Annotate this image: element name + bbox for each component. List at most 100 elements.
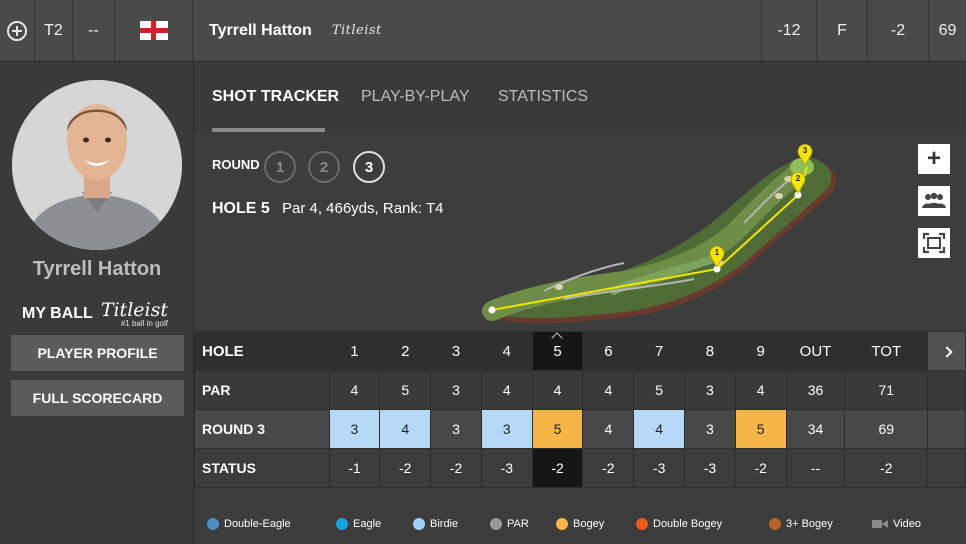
- hole-details: Par 4, 466yds, Rank: T4: [281, 200, 444, 217]
- score-cell: 5: [734, 409, 787, 449]
- par-cell: 3: [684, 370, 736, 410]
- par-row: PAR 4 5 3 4 4 4 5 3 4 36 71: [194, 370, 966, 410]
- row-label-status: STATUS: [194, 448, 330, 488]
- legend-label: Video: [893, 518, 921, 530]
- par-cell: 4: [734, 370, 787, 410]
- hole-9[interactable]: 9: [734, 331, 787, 371]
- status-cell: -2: [844, 448, 929, 488]
- hole-5[interactable]: 5: [531, 331, 584, 371]
- round-2-button[interactable]: 2: [308, 151, 340, 183]
- tab-shot-tracker[interactable]: SHOT TRACKER: [212, 88, 339, 106]
- row-label-hole: HOLE: [194, 331, 330, 371]
- legend-label: Bogey: [573, 518, 605, 530]
- legend-label: Double-Eagle: [224, 518, 291, 530]
- player-profile-button[interactable]: PLAYER PROFILE: [11, 335, 184, 371]
- tab-play-by-play[interactable]: PLAY-BY-PLAY: [361, 88, 470, 106]
- player-name[interactable]: Tyrrell Hatton: [209, 22, 312, 40]
- zoom-in-button[interactable]: +: [918, 144, 950, 174]
- hole-6[interactable]: 6: [582, 331, 635, 371]
- bogey-dot-icon: [556, 518, 568, 530]
- row-label-par: PAR: [194, 370, 330, 410]
- hole-8[interactable]: 8: [684, 331, 736, 371]
- my-ball-label: MY BALL: [22, 304, 93, 322]
- legend-eagle: Eagle: [336, 518, 381, 530]
- full-scorecard-button[interactable]: FULL SCORECARD: [11, 380, 184, 416]
- legend-label: Eagle: [353, 518, 382, 530]
- row-label-round: ROUND 3: [194, 409, 330, 449]
- movement: --: [73, 0, 115, 62]
- next-holes-button[interactable]: [927, 331, 966, 371]
- legend-video: Video: [872, 518, 921, 530]
- status-cell: -2: [379, 448, 432, 488]
- legend-double-bogey: Double Bogey: [636, 518, 722, 530]
- blank-cell: [927, 370, 966, 410]
- birdie-dot-icon: [413, 518, 425, 530]
- brand-logo: Titleist: [331, 23, 382, 38]
- hole-tot: TOT: [844, 331, 929, 371]
- par-cell: 4: [328, 370, 381, 410]
- round-1-button[interactable]: 1: [264, 151, 296, 183]
- group-view-button[interactable]: [918, 186, 950, 216]
- blank-cell: [927, 448, 966, 488]
- total-to-par: -12: [762, 0, 817, 62]
- hole-5-label: 5: [553, 342, 562, 360]
- plus-circle-icon: [7, 20, 27, 41]
- round-label: ROUND: [212, 157, 260, 172]
- par-cell: 5: [633, 370, 686, 410]
- score-cell: 3: [684, 409, 736, 449]
- ball-brand-logo: Titleist #1 ball in golf: [101, 299, 168, 328]
- hole-7[interactable]: 7: [633, 331, 686, 371]
- hole-number: HOLE 5: [212, 200, 270, 217]
- fullscreen-button[interactable]: [918, 228, 950, 258]
- chevron-right-icon: [940, 345, 953, 358]
- shot-tracker-area: ROUND 1 2 3 HOLE 5 Par 4, 466yds, Rank: …: [194, 133, 966, 331]
- par-dot-icon: [490, 518, 502, 530]
- status-cell: -2: [430, 448, 482, 488]
- triple-bogey-dot-icon: [769, 518, 781, 530]
- par-cell: 5: [379, 370, 432, 410]
- svg-text:1: 1: [715, 248, 720, 257]
- player-cell[interactable]: Tyrrell Hatton Titleist: [193, 0, 762, 62]
- player-sidebar: Tyrrell Hatton MY BALL Titleist #1 ball …: [0, 63, 194, 544]
- fullscreen-icon: [922, 232, 946, 254]
- legend-label: Double Bogey: [653, 518, 723, 530]
- round-score: 69: [938, 21, 957, 39]
- hole-3[interactable]: 3: [430, 331, 482, 371]
- score-cell: 3: [430, 409, 482, 449]
- tee-marker: [488, 306, 496, 314]
- score-cell: 34: [785, 409, 846, 449]
- expand-button[interactable]: [0, 0, 35, 62]
- hole-row: HOLE 1 2 3 4 5 6 7 8 9 OUT TOT: [194, 331, 966, 371]
- legend-bogey: Bogey: [556, 518, 604, 530]
- status-row: STATUS -1 -2 -2 -3 -2 -2 -3 -3 -2 -- -2: [194, 448, 966, 488]
- hole-4[interactable]: 4: [480, 331, 533, 371]
- people-icon: [922, 192, 946, 208]
- country-cell: [115, 0, 193, 62]
- england-flag-icon: [139, 21, 168, 40]
- par-cell: 71: [844, 370, 929, 410]
- blank-cell: [927, 409, 966, 449]
- status-cell: -3: [480, 448, 533, 488]
- double-eagle-dot-icon: [207, 518, 219, 530]
- today-score: -2: [868, 0, 929, 62]
- hole-2[interactable]: 2: [379, 331, 432, 371]
- round-3-button[interactable]: 3: [353, 151, 385, 183]
- svg-text:3: 3: [803, 146, 808, 155]
- hole-info: HOLE 5 Par 4, 466yds, Rank: T4: [212, 200, 443, 218]
- double-bogey-dot-icon: [636, 518, 648, 530]
- ball-tagline: #1 ball in golf: [120, 319, 168, 328]
- score-cell: 69: [844, 409, 929, 449]
- score-cell: 4: [582, 409, 635, 449]
- par-cell: 4: [531, 370, 584, 410]
- status-cell: --: [785, 448, 846, 488]
- status-cell: -2: [582, 448, 635, 488]
- leaderboard-row[interactable]: T2 -- Tyrrell Hatton Titleist -12 F -2 6…: [0, 0, 966, 62]
- status-cell: -1: [328, 448, 381, 488]
- hole-map[interactable]: 1 2 3: [464, 141, 864, 331]
- status-cell: -2: [531, 448, 584, 488]
- legend-label: PAR: [507, 518, 529, 530]
- hole-1[interactable]: 1: [328, 331, 381, 371]
- active-tab-indicator: [212, 128, 325, 132]
- tab-statistics[interactable]: STATISTICS: [498, 88, 588, 106]
- legend-label: 3+ Bogey: [786, 518, 833, 530]
